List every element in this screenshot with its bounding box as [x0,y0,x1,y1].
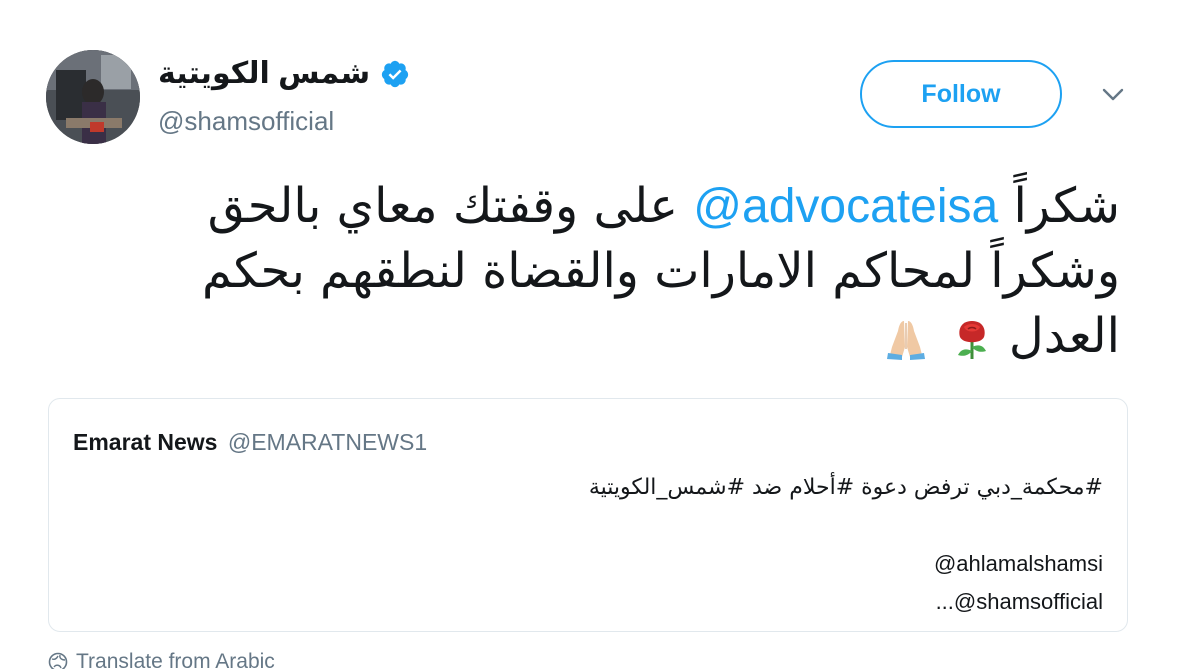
quoted-hashtags-line: #محكمة_دبي ترفض دعوة #أحلام ضد #شمس_الكو… [588,475,1103,500]
chevron-down-icon[interactable] [1100,84,1126,106]
tweet-mention-link[interactable]: @advocateisa [693,180,998,233]
folded-hands-emoji-icon [887,321,926,360]
verified-badge-icon [381,60,409,87]
tweet-line-3: العدل [120,304,1120,369]
avatar[interactable] [46,50,140,144]
tweet-text-segment: شكراً [1013,178,1120,234]
follow-button[interactable]: Follow [860,60,1062,128]
quoted-mention-1: @ahlamalshamsi [933,551,1103,576]
tweet-line-2: وشكراً لمحاكم الامارات والقضاة لنطقهم بح… [202,243,1120,299]
author-display-name[interactable]: شمس الكويتية [158,56,370,91]
author-name-row: شمس الكويتية [158,56,410,91]
quoted-author-handle: @EMARATNEWS1 [227,429,428,455]
tweet-line-1: شكراً @advocateisa على وقفتك معاي بالحق [120,174,1120,239]
quoted-tweet-body: #محكمة_دبي ترفض دعوة #أحلام ضد #شمس_الكو… [103,469,1103,621]
quoted-mention-2: ...@shamsofficial [935,589,1103,614]
tweet-text-segment: العدل [1008,308,1120,364]
quoted-blank-line [103,507,1103,545]
globe-icon [48,652,68,669]
tweet-card: شمس الكويتية @shamsofficial Follow شكراً… [0,0,1200,669]
quoted-tweet-header: Emarat News @EMARATNEWS1 [73,429,427,456]
tweet-text-segment: على وقفتك معاي بالحق [207,178,679,234]
translate-label[interactable]: Translate from Arabic [76,650,275,669]
quoted-author-name: Emarat News [73,429,218,455]
quoted-tweet[interactable]: Emarat News @EMARATNEWS1 #محكمة_دبي ترفض… [48,398,1128,632]
rose-emoji-icon [957,321,986,359]
translate-link[interactable]: Translate from Arabic [48,650,275,669]
avatar-image [46,50,140,144]
author-handle[interactable]: @shamsofficial [158,106,334,137]
tweet-text: شكراً @advocateisa على وقفتك معاي بالحق … [120,174,1120,369]
